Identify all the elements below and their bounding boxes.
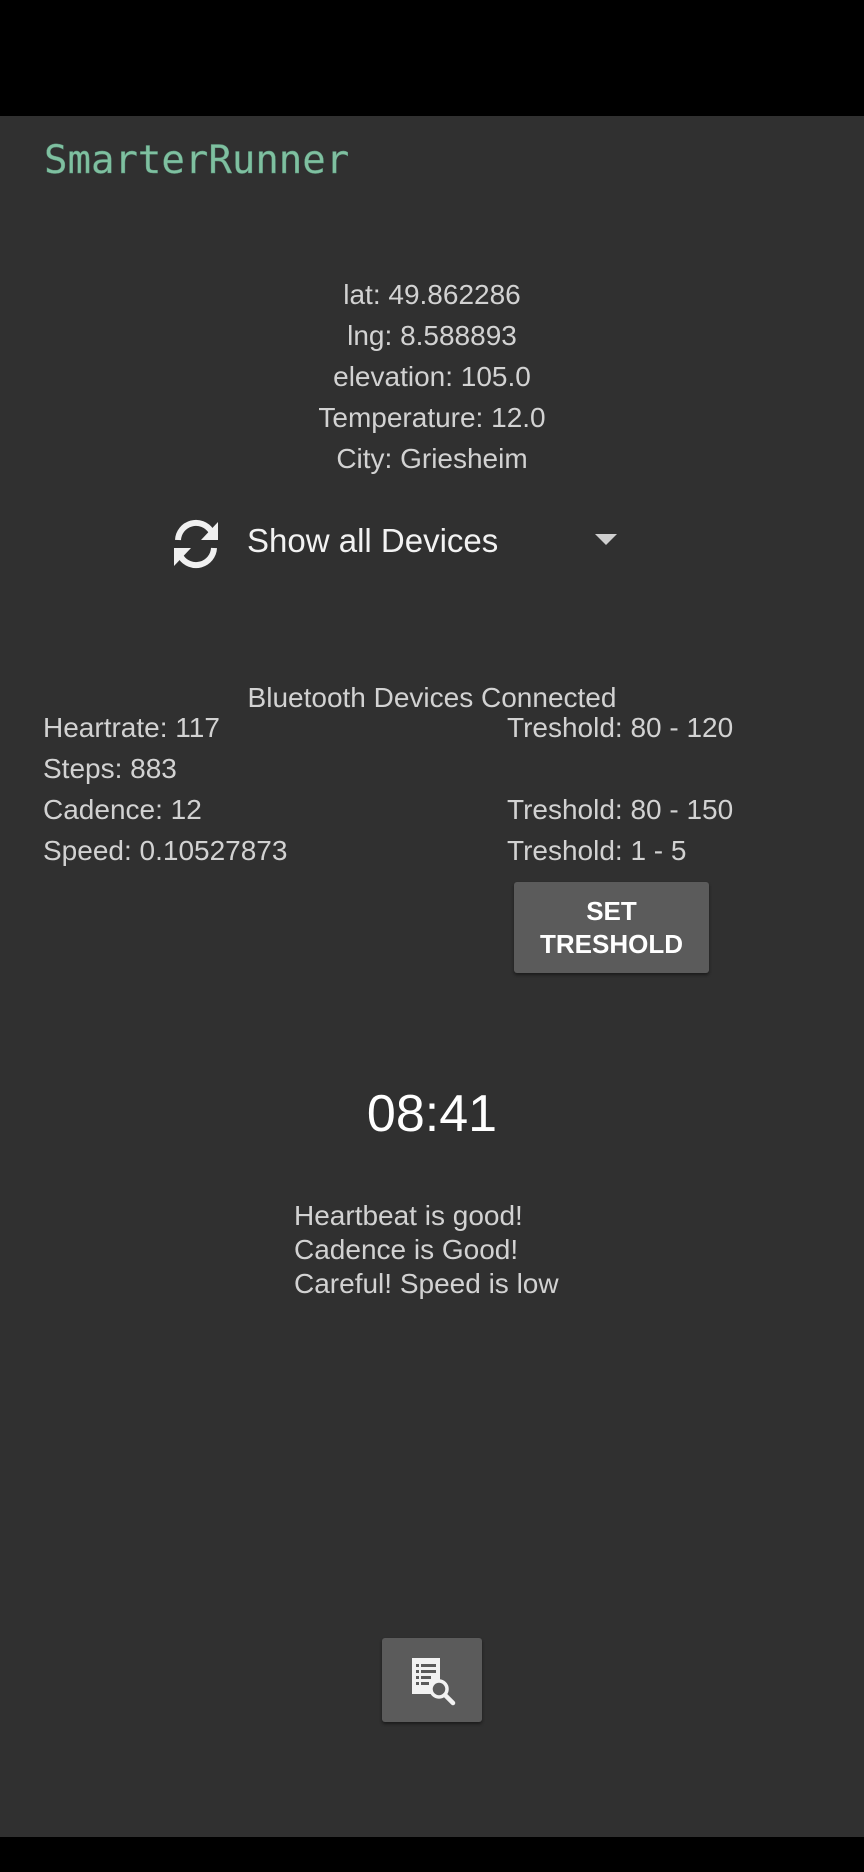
device-dropdown-label: Show all Devices [247,522,499,559]
location-info: lat: 49.862286 lng: 8.588893 elevation: … [0,274,864,479]
run-timer: 08:41 [366,1085,498,1143]
speed-message: Careful! Speed is low [294,1268,559,1299]
heartbeat-message: Heartbeat is good! [294,1200,523,1231]
app-screen: SmarterRunner lat: 49.862286 lng: 8.5888… [0,116,864,1837]
city-text: City: Griesheim [336,443,528,474]
app-title: SmarterRunner [44,138,350,183]
steps-threshold [507,748,733,789]
set-threshold-button[interactable]: SET TRESHOLD [514,882,709,973]
metrics-list: Heartrate: 117 Steps: 883 Cadence: 12 Sp… [43,707,287,871]
feedback-messages: Heartbeat is good! Cadence is Good! Care… [294,1199,559,1301]
temperature-text: Temperature: 12.0 [318,402,546,433]
view-log-button[interactable] [382,1638,482,1722]
longitude-text: lng: 8.588893 [347,320,517,351]
cadence-message: Cadence is Good! [294,1234,519,1265]
speed-text: Speed: 0.10527873 [43,835,288,866]
latitude-text: lat: 49.862286 [343,279,521,310]
heartrate-threshold: Treshold: 80 - 120 [507,712,734,743]
refresh-icon[interactable] [168,516,224,572]
cadence-text: Cadence: 12 [43,794,202,825]
navigation-bar [0,1837,864,1872]
status-bar [0,0,864,116]
speed-threshold: Treshold: 1 - 5 [507,835,687,866]
device-dropdown[interactable]: Show all Devices [247,518,617,568]
set-threshold-button-label: SET TRESHOLD [540,895,683,959]
log-search-icon [408,1656,458,1706]
elevation-text: elevation: 105.0 [333,361,531,392]
device-row: Show all Devices [168,504,618,576]
steps-text: Steps: 883 [43,753,177,784]
heartrate-text: Heartrate: 117 [43,712,220,743]
dropdown-arrow-icon [595,534,617,545]
cadence-threshold: Treshold: 80 - 150 [507,794,734,825]
thresholds-list: Treshold: 80 - 120 Treshold: 80 - 150 Tr… [507,707,733,871]
